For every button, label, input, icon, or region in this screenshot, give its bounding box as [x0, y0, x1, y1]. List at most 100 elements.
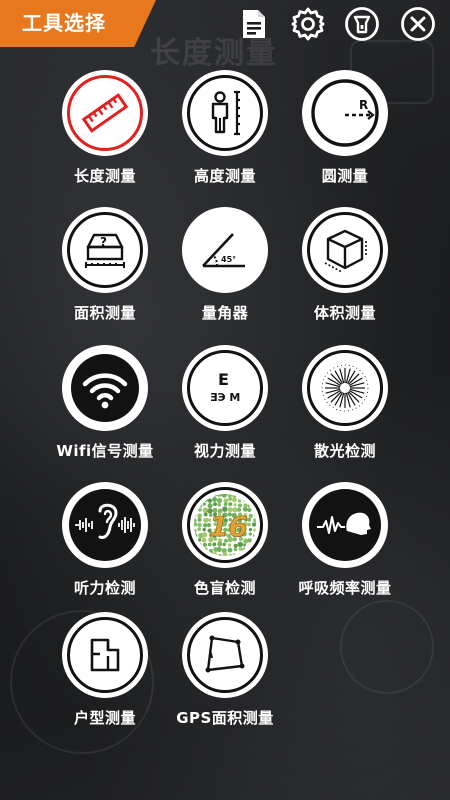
ishihara-dot [202, 507, 209, 513]
ishihara-dot [252, 502, 256, 507]
ishihara-dot [197, 513, 202, 519]
ishihara-dot [222, 542, 226, 547]
tool-volume-measure[interactable]: 体积测量 [285, 207, 405, 327]
ishihara-dot [238, 554, 243, 556]
tool-icon-circle: E ƎЭ M [182, 345, 268, 431]
ishihara-dot [252, 534, 256, 538]
ishihara-dot [247, 494, 252, 498]
gps-area-icon [205, 635, 245, 673]
ishihara-dot [237, 503, 242, 508]
ishihara-dot [197, 527, 201, 532]
ishihara-dot [251, 552, 256, 556]
ishihara-dot [233, 543, 238, 548]
header-bar: 工具选择 [0, 0, 450, 52]
tool-icon-circle: R [302, 70, 388, 156]
ishihara-dot [242, 543, 247, 547]
tool-astigmatism-test[interactable]: 散光检测 [285, 345, 405, 465]
ishihara-dot [248, 553, 253, 556]
ishihara-dot [194, 532, 198, 538]
ishihara-dot [197, 548, 203, 554]
ishihara-dot [207, 503, 213, 509]
ishihara-dot [194, 529, 197, 533]
ishihara-dot [248, 528, 253, 532]
tool-label: 视力测量 [193, 442, 256, 460]
tool-wifi-signal[interactable]: Wifi信号测量 [45, 345, 165, 465]
ishihara-dot [212, 551, 218, 556]
ishihara-dot [202, 527, 206, 532]
background-decoration [340, 600, 434, 694]
ishihara-dot [201, 537, 207, 543]
eye-chart-icon: E ƎЭ M [210, 370, 240, 404]
color-blind-number: 16 [209, 510, 248, 543]
gear-icon[interactable] [290, 6, 326, 42]
tool-icon-circle [62, 70, 148, 156]
tool-breath-rate[interactable]: 呼吸频率测量 [285, 482, 405, 602]
ishihara-dot [194, 513, 197, 518]
ishihara-dot [247, 498, 253, 504]
ishihara-dot [243, 498, 247, 502]
ishihara-dot [253, 528, 256, 532]
ishihara-dot [254, 508, 256, 512]
ishihara-dot [202, 502, 207, 506]
tool-icon-circle [62, 345, 148, 431]
ishihara-dot [203, 497, 209, 502]
area-box-icon: ? [85, 233, 125, 268]
tool-icon-circle [302, 345, 388, 431]
ishihara-dot [197, 553, 202, 556]
ishihara-dot [251, 497, 256, 504]
ishihara-dot [223, 502, 228, 507]
ishihara-dot [252, 537, 256, 543]
tool-icon-circle [182, 612, 268, 698]
ishihara-dot [242, 547, 247, 552]
ear-icon [69, 489, 141, 561]
tool-color-blind-test[interactable]: 16 色盲检测 [165, 482, 285, 602]
tool-gps-area[interactable]: GPS面积测量 [165, 612, 285, 732]
ishihara-dot [223, 498, 229, 504]
tool-protractor[interactable]: 45° 量角器 [165, 207, 285, 327]
tool-icon-circle: 16 [182, 482, 268, 568]
ishihara-dot [203, 553, 208, 556]
ishihara-dot [194, 501, 197, 507]
ishihara-dot [194, 543, 199, 548]
tool-label: 体积测量 [313, 304, 376, 322]
ishihara-dot [204, 547, 208, 551]
flashlight-icon[interactable] [344, 6, 380, 42]
ishihara-dot [238, 494, 242, 497]
close-icon[interactable] [400, 6, 436, 42]
circle-radius-icon: R [311, 79, 379, 147]
tool-label: 呼吸频率测量 [298, 579, 392, 597]
tool-height-measure[interactable]: 高度测量 [165, 70, 285, 190]
ishihara-dot [217, 502, 222, 507]
ishihara-dot [216, 546, 222, 552]
tool-label: 长度测量 [73, 167, 136, 185]
tool-label: Wifi信号测量 [56, 442, 154, 460]
tool-icon-circle: 45° [182, 207, 268, 293]
ishihara-dot [194, 494, 197, 497]
tool-vision-test[interactable]: E ƎЭ M 视力测量 [165, 345, 285, 465]
ishihara-dot [232, 497, 237, 503]
tool-label: GPS面积测量 [176, 709, 274, 727]
tool-icon-circle [62, 482, 148, 568]
tool-floorplan-measure[interactable]: 户型测量 [45, 612, 165, 732]
tool-length-measure[interactable]: 长度测量 [45, 70, 165, 190]
tool-area-measure[interactable]: ? 面积测量 [45, 207, 165, 327]
ishihara-dot [248, 513, 253, 518]
ishihara-dot [213, 494, 218, 497]
eye-chart-top: E [218, 370, 229, 389]
ishihara-dot [208, 494, 213, 497]
ishihara-dot [194, 537, 197, 543]
ishihara-dot [194, 507, 198, 513]
tool-hearing-test[interactable]: 听力检测 [45, 482, 165, 602]
tool-circle-measure[interactable]: R 圆测量 [285, 70, 405, 190]
cube-icon [324, 229, 367, 273]
angle-label: 45° [221, 255, 236, 264]
ishihara-dot [228, 502, 233, 507]
ishihara-dot [197, 517, 202, 522]
ishihara-dot [207, 542, 212, 547]
color-blind-icon: 16 [194, 494, 256, 556]
tool-label: 散光检测 [313, 442, 376, 460]
document-icon[interactable] [236, 6, 272, 42]
tool-icon-circle [62, 612, 148, 698]
ishihara-dot [194, 518, 197, 523]
tool-label: 色盲检测 [193, 579, 256, 597]
